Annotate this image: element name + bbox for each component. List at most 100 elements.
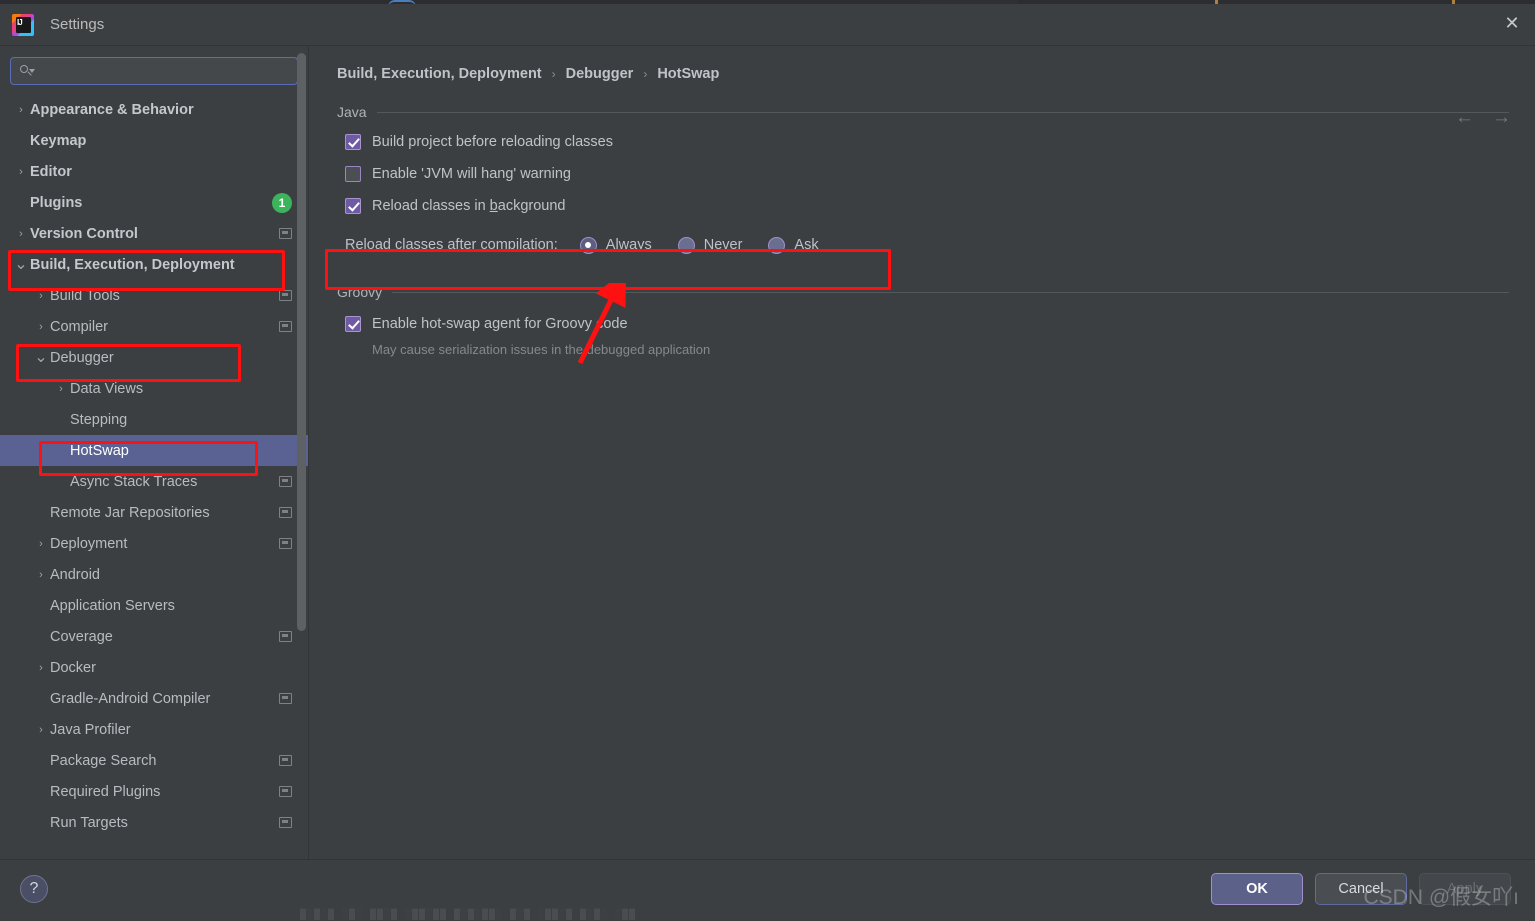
chevron-right-icon[interactable]: › (32, 724, 50, 736)
chevron-right-icon[interactable]: › (12, 104, 30, 116)
sidebar-item-stepping[interactable]: ›Stepping (0, 404, 308, 435)
project-settings-marker-icon (279, 693, 292, 704)
breadcrumb-part-0[interactable]: Build, Execution, Deployment (337, 66, 542, 82)
sidebar-item-java-profiler[interactable]: › Java Profiler (0, 714, 308, 745)
ok-button[interactable]: OK (1211, 872, 1303, 905)
sidebar-item-debugger[interactable]: ⌄ Debugger (0, 342, 308, 373)
sidebar-item-keymap[interactable]: ›Keymap (0, 125, 308, 156)
sidebar-item-docker[interactable]: › Docker (0, 652, 308, 683)
radio-option-ask[interactable]: Ask (768, 236, 819, 254)
sidebar-item-version-control[interactable]: › Version Control (0, 218, 308, 249)
sidebar-item-label: Deployment (50, 535, 128, 552)
settings-tree[interactable]: ›Appearance & Behavior›Keymap›Editor›Plu… (0, 94, 308, 859)
sidebar-item-appearance-behavior[interactable]: › Appearance & Behavior (0, 94, 308, 125)
project-settings-marker-icon (279, 507, 292, 518)
group-divider (376, 111, 1509, 113)
radio-option-always[interactable]: Always (579, 236, 652, 254)
project-settings-marker-icon (279, 817, 292, 828)
groovy-hotswap-checkbox-row[interactable]: Enable hot-swap agent for Groovy code (345, 308, 1509, 340)
sidebar-item-label: Editor (30, 163, 72, 180)
chevron-right-icon[interactable]: › (32, 569, 50, 581)
sidebar-item-deployment[interactable]: › Deployment (0, 528, 308, 559)
sidebar-item-compiler[interactable]: › Compiler (0, 311, 308, 342)
sidebar-item-label: Debugger (50, 349, 114, 366)
sidebar-item-label: Coverage (50, 628, 113, 645)
radio-label: Always (605, 237, 652, 253)
sidebar-item-async-stack-traces[interactable]: ›Async Stack Traces (0, 466, 308, 497)
sidebar-item-label: Android (50, 566, 100, 583)
search-container (0, 46, 308, 94)
sidebar-item-build-tools[interactable]: › Build Tools (0, 280, 308, 311)
groovy-hotswap-hint: May cause serialization issues in the de… (372, 342, 711, 357)
cancel-button[interactable]: Cancel (1315, 872, 1407, 905)
project-settings-marker-icon (279, 538, 292, 549)
sidebar-item-run-targets[interactable]: ›Run Targets (0, 807, 308, 838)
sidebar-item-required-plugins[interactable]: ›Required Plugins (0, 776, 308, 807)
plugins-update-badge: 1 (272, 192, 292, 213)
reload-after-compilation-label: Reload classes after compilation: (345, 237, 558, 253)
checkbox[interactable] (345, 134, 361, 150)
sidebar-item-android[interactable]: › Android (0, 559, 308, 590)
java-checkbox-row-0[interactable]: Build project before reloading classes (345, 126, 1509, 158)
breadcrumb-separator: › (551, 67, 556, 81)
help-icon[interactable]: ? (20, 874, 48, 903)
search-input[interactable] (39, 63, 289, 79)
chevron-right-icon[interactable]: › (12, 228, 30, 240)
sidebar-item-editor[interactable]: › Editor (0, 156, 308, 187)
close-icon[interactable]: ✕ (1489, 0, 1535, 46)
chevron-right-icon[interactable]: › (52, 383, 70, 395)
sidebar-item-gradle-android-compiler[interactable]: ›Gradle-Android Compiler (0, 683, 308, 714)
checkbox-label: Reload classes in background (372, 198, 566, 214)
sidebar-item-label: Gradle-Android Compiler (50, 690, 211, 707)
sidebar-item-application-servers[interactable]: ›Application Servers (0, 590, 308, 621)
project-settings-marker-icon (279, 228, 292, 239)
radio-option-never[interactable]: Never (677, 236, 743, 254)
chevron-right-icon[interactable]: › (32, 538, 50, 550)
radio-button[interactable] (579, 236, 597, 254)
sidebar-item-plugins[interactable]: ›Plugins1 (0, 187, 308, 218)
search-box[interactable] (10, 57, 298, 85)
chevron-right-icon[interactable]: › (32, 321, 50, 333)
sidebar-item-build-execution-deployment[interactable]: ⌄ Build, Execution, Deployment (0, 249, 308, 280)
checkbox-label: Build project before reloading classes (372, 134, 613, 150)
sidebar-item-coverage[interactable]: ›Coverage (0, 621, 308, 652)
project-settings-marker-icon (279, 631, 292, 642)
java-checkbox-row-2[interactable]: Reload classes in background (345, 190, 1509, 222)
arrow-right-icon[interactable]: → (1492, 108, 1511, 127)
sidebar-item-label: Plugins (30, 194, 83, 211)
project-settings-marker-icon (279, 290, 292, 301)
chevron-down-icon[interactable]: ⌄ (12, 256, 30, 272)
sidebar-item-label: Remote Jar Repositories (50, 504, 210, 521)
chevron-right-icon[interactable]: › (32, 662, 50, 674)
sidebar-item-label: Run Targets (50, 814, 128, 831)
groovy-group-header: Groovy (337, 284, 1509, 300)
arrow-left-icon[interactable]: ← (1455, 108, 1474, 127)
project-settings-marker-icon (279, 755, 292, 766)
radio-label: Never (703, 237, 743, 253)
project-settings-marker-icon (279, 476, 292, 487)
java-checkbox-row-1[interactable]: Enable 'JVM will hang' warning (345, 158, 1509, 190)
checkbox[interactable] (345, 166, 361, 182)
sidebar-item-remote-jar-repositories[interactable]: ›Remote Jar Repositories (0, 497, 308, 528)
sidebar-item-label: Version Control (30, 225, 138, 242)
sidebar-scrollbar[interactable] (297, 53, 306, 631)
project-settings-marker-icon (279, 321, 292, 332)
chevron-right-icon[interactable]: › (32, 290, 50, 302)
sidebar-item-data-views[interactable]: › Data Views (0, 373, 308, 404)
radio-button[interactable] (768, 236, 786, 254)
project-settings-marker-icon (279, 786, 292, 797)
sidebar-item-label: Java Profiler (50, 721, 131, 738)
sidebar-item-label: Build, Execution, Deployment (30, 256, 235, 273)
checkbox[interactable] (345, 198, 361, 214)
radio-button[interactable] (677, 236, 695, 254)
groovy-hotswap-checkbox[interactable] (345, 316, 361, 332)
chevron-right-icon[interactable]: › (12, 166, 30, 178)
group-divider (392, 291, 1509, 293)
sidebar-item-label: Appearance & Behavior (30, 101, 194, 118)
breadcrumb-part-1[interactable]: Debugger (566, 66, 634, 82)
chevron-down-icon[interactable]: ⌄ (32, 349, 50, 365)
sidebar-item-package-search[interactable]: ›Package Search (0, 745, 308, 776)
sidebar-item-label: Stepping (70, 411, 128, 428)
search-icon (19, 64, 35, 78)
sidebar-item-hotswap[interactable]: ›HotSwap (0, 435, 308, 466)
